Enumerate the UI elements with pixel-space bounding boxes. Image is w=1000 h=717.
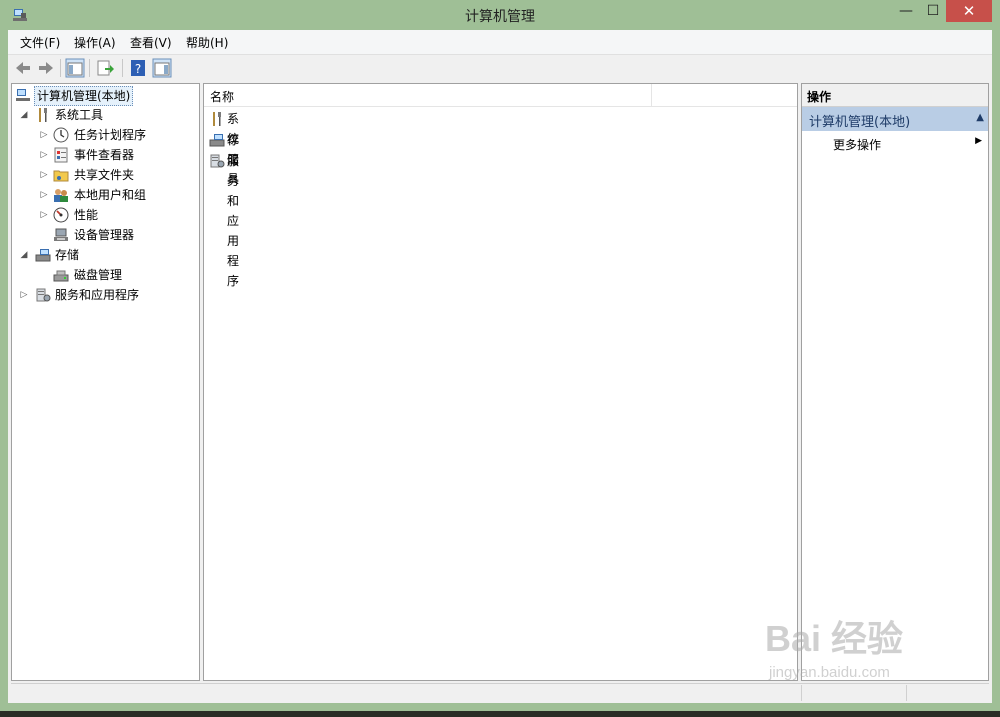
clock-icon bbox=[53, 127, 69, 143]
watermark-logo: Bai 经验 bbox=[765, 618, 904, 659]
menu-file[interactable]: 文件(F) bbox=[20, 34, 60, 51]
menu-help[interactable]: 帮助(H) bbox=[186, 34, 228, 51]
tree-label: 本地用户和组 bbox=[74, 188, 147, 202]
expand-arrow-icon[interactable]: ▷ bbox=[39, 186, 49, 204]
results-list: 名称 系统工具 存储 服务和应用程序 bbox=[203, 83, 798, 681]
column-divider[interactable] bbox=[651, 84, 652, 106]
tools-icon bbox=[213, 112, 221, 126]
expand-arrow-icon[interactable]: ▷ bbox=[39, 126, 49, 144]
expand-arrow-icon[interactable]: ▷ bbox=[19, 286, 29, 304]
tree-item-device-manager[interactable]: 设备管理器 bbox=[15, 226, 195, 244]
console-tree-icon[interactable] bbox=[65, 58, 85, 78]
tree-item-disk-management[interactable]: 磁盘管理 bbox=[15, 266, 195, 284]
client-area: 文件(F) 操作(A) 查看(V) 帮助(H) ? 计算机管理(本地) ◢ 系统… bbox=[8, 30, 992, 703]
toolbar-separator bbox=[60, 59, 61, 77]
tree-label: 服务和应用程序 bbox=[55, 288, 140, 302]
services-icon bbox=[210, 154, 225, 168]
console-tree: 计算机管理(本地) ◢ 系统工具 ▷ 任务计划程序 ▷ 事件查看器 ▷ 共享文件… bbox=[11, 83, 200, 681]
action-pane-header: 操作 bbox=[802, 84, 988, 107]
tree-item-local-users[interactable]: ▷ 本地用户和组 bbox=[15, 186, 195, 204]
submenu-arrow-icon: ▶ bbox=[975, 136, 982, 146]
action-section-label: 计算机管理(本地) bbox=[809, 115, 911, 130]
shared-folder-icon bbox=[53, 170, 69, 182]
tree-item-task-scheduler[interactable]: ▷ 任务计划程序 bbox=[15, 126, 195, 144]
computer-management-icon bbox=[16, 89, 30, 101]
svg-text:?: ? bbox=[135, 62, 141, 76]
expand-arrow-icon[interactable]: ▷ bbox=[39, 146, 49, 164]
performance-icon bbox=[53, 207, 69, 223]
more-actions-item[interactable]: 更多操作 ▶ bbox=[802, 134, 988, 152]
expand-arrow-icon[interactable]: ▷ bbox=[39, 166, 49, 184]
menu-bar: 文件(F) 操作(A) 查看(V) 帮助(H) bbox=[8, 30, 992, 54]
tree-item-shared-folders[interactable]: ▷ 共享文件夹 bbox=[15, 166, 195, 184]
tree-label: 磁盘管理 bbox=[74, 268, 123, 282]
tree-label: 系统工具 bbox=[55, 108, 104, 122]
tree-item-storage[interactable]: ◢ 存储 bbox=[15, 246, 195, 264]
forward-arrow-icon[interactable] bbox=[36, 58, 56, 78]
tree-label: 存储 bbox=[55, 248, 80, 262]
tools-icon bbox=[39, 108, 47, 122]
column-header[interactable]: 名称 bbox=[204, 84, 797, 107]
collapse-up-arrow-icon[interactable]: ▲ bbox=[976, 112, 984, 123]
back-arrow-icon[interactable] bbox=[13, 58, 33, 78]
export-list-icon[interactable] bbox=[96, 58, 116, 78]
close-button[interactable]: ✕ bbox=[946, 0, 992, 22]
collapse-arrow-icon[interactable]: ◢ bbox=[19, 246, 29, 264]
tree-item-performance[interactable]: ▷ 性能 bbox=[15, 206, 195, 224]
expand-arrow-icon[interactable]: ▷ bbox=[39, 206, 49, 224]
action-pane-title: 操作 bbox=[807, 90, 832, 104]
tree-label: 计算机管理(本地) bbox=[34, 86, 134, 106]
collapse-arrow-icon[interactable]: ◢ bbox=[19, 106, 29, 124]
show-action-pane-icon[interactable] bbox=[152, 58, 172, 78]
event-viewer-icon bbox=[54, 147, 68, 163]
tree-label: 设备管理器 bbox=[74, 228, 135, 242]
toolbar: ? bbox=[8, 54, 992, 81]
window-title: 计算机管理 bbox=[465, 9, 535, 25]
title-bar[interactable]: 计算机管理 — ☐ ✕ bbox=[0, 0, 1000, 30]
window: 计算机管理 — ☐ ✕ 文件(F) 操作(A) 查看(V) 帮助(H) ? 计算… bbox=[0, 0, 1000, 711]
toolbar-separator bbox=[89, 59, 90, 77]
maximize-button[interactable]: ☐ bbox=[918, 0, 948, 22]
storage-icon bbox=[35, 249, 51, 262]
baidu-watermark: Bai 经验 jingyan.baidu.com bbox=[765, 610, 965, 690]
action-section-computer-management[interactable]: 计算机管理(本地) ▲ bbox=[802, 107, 988, 131]
storage-icon bbox=[209, 134, 225, 147]
services-icon bbox=[36, 288, 51, 302]
menu-action[interactable]: 操作(A) bbox=[74, 34, 116, 51]
column-header-name[interactable]: 名称 bbox=[210, 88, 234, 105]
tree-item-services-apps[interactable]: ▷ 服务和应用程序 bbox=[15, 286, 195, 304]
tree-item-root[interactable]: 计算机管理(本地) bbox=[15, 86, 195, 106]
tree-label: 任务计划程序 bbox=[74, 128, 147, 142]
list-item-label: 服务和应用程序 bbox=[227, 154, 240, 288]
more-actions-label: 更多操作 bbox=[833, 138, 882, 152]
help-icon[interactable]: ? bbox=[128, 58, 148, 78]
users-icon bbox=[54, 189, 68, 202]
menu-view[interactable]: 查看(V) bbox=[130, 34, 172, 51]
disk-management-icon bbox=[53, 270, 69, 282]
toolbar-separator bbox=[122, 59, 123, 77]
tree-item-system-tools[interactable]: ◢ 系统工具 bbox=[15, 106, 195, 124]
tree-label: 共享文件夹 bbox=[74, 168, 135, 182]
action-pane: 操作 计算机管理(本地) ▲ 更多操作 ▶ bbox=[801, 83, 989, 681]
watermark-url: jingyan.baidu.com bbox=[769, 664, 890, 681]
tree-label: 事件查看器 bbox=[74, 148, 135, 162]
tree-item-event-viewer[interactable]: ▷ 事件查看器 bbox=[15, 146, 195, 164]
tree-label: 性能 bbox=[74, 208, 99, 222]
device-manager-icon bbox=[54, 228, 68, 241]
